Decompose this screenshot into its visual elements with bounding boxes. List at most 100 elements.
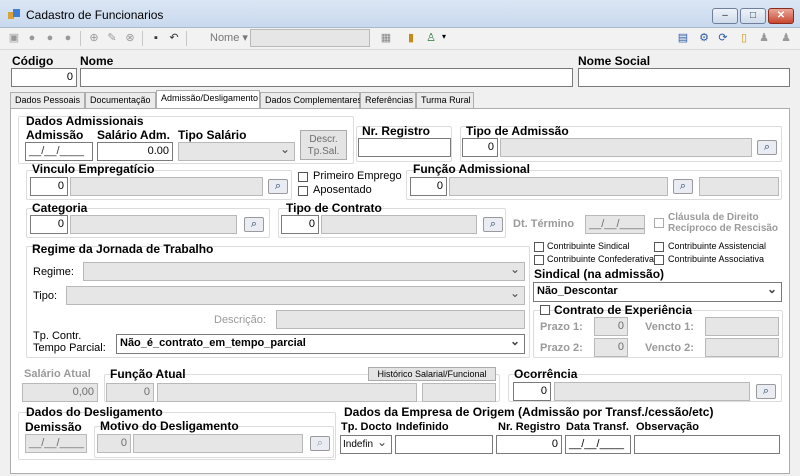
binoculars-icon[interactable]: ⌕ bbox=[244, 217, 264, 232]
prazo1-label: Prazo 1: bbox=[540, 321, 583, 333]
nr-registro-input[interactable] bbox=[358, 138, 451, 157]
close-button[interactable]: ✕ bbox=[768, 8, 794, 24]
vinculo-code[interactable]: 0 bbox=[30, 177, 68, 196]
data-transf-label: Data Transf. bbox=[566, 421, 629, 433]
title-bar: Cadastro de Funcionarios – □ ✕ bbox=[0, 0, 800, 28]
maximize-button[interactable]: □ bbox=[740, 8, 766, 24]
tipo-admissao-code[interactable]: 0 bbox=[462, 138, 498, 157]
save-icon[interactable]: ▪ bbox=[148, 30, 164, 46]
descr-tpsal-button[interactable]: Descr. Tp.Sal. bbox=[300, 130, 347, 160]
regime-select[interactable] bbox=[83, 262, 525, 281]
categoria-code[interactable]: 0 bbox=[30, 215, 68, 234]
person-icon[interactable]: ♟ bbox=[756, 30, 772, 46]
demissao-input[interactable]: __/__/____ bbox=[25, 434, 87, 453]
indefinido-input[interactable] bbox=[395, 435, 493, 454]
contrib-assistencial-checkbox[interactable] bbox=[654, 242, 664, 252]
contrib-assistencial-label: Contribuinte Assistencial bbox=[668, 241, 767, 251]
data-transf-input[interactable]: __/__/____ bbox=[565, 435, 631, 454]
contrib-sindical-checkbox[interactable] bbox=[534, 242, 544, 252]
grid-icon[interactable]: ▦ bbox=[378, 30, 394, 46]
regime-title: Regime da Jornada de Trabalho bbox=[32, 242, 214, 256]
cancel-icon[interactable]: ⊗ bbox=[122, 30, 138, 46]
observacao-input[interactable] bbox=[634, 435, 780, 454]
experiencia-checkbox[interactable] bbox=[540, 305, 550, 315]
binoculars-icon[interactable]: ⌕ bbox=[757, 140, 777, 155]
filter-dropdown-icon[interactable]: ▾ bbox=[442, 32, 446, 41]
add-icon[interactable]: ⊕ bbox=[86, 30, 102, 46]
ocorrencia-code[interactable]: 0 bbox=[513, 382, 551, 401]
binoculars-icon[interactable]: ⌕ bbox=[483, 217, 503, 232]
binoculars-icon[interactable]: ⌕ bbox=[756, 384, 776, 399]
tp-docto-label: Tp. Docto bbox=[341, 421, 392, 433]
prazo1-input[interactable]: 0 bbox=[594, 317, 628, 336]
vencto1-input[interactable] bbox=[705, 317, 779, 336]
funcao-atual-desc bbox=[157, 383, 417, 402]
person2-icon[interactable]: ♟ bbox=[778, 30, 794, 46]
tab-turma-rural[interactable]: Turma Rural bbox=[416, 92, 474, 108]
tipo-salario-select[interactable] bbox=[178, 142, 295, 161]
tp-contr-select[interactable]: Não_é_contrato_em_tempo_parcial bbox=[116, 334, 525, 354]
admissao-input[interactable]: __/__/____ bbox=[25, 142, 93, 161]
vencto2-label: Vencto 2: bbox=[645, 342, 694, 354]
contrib-confederativa-label: Contribuinte Confederativa bbox=[547, 254, 655, 264]
descricao-input[interactable] bbox=[276, 310, 525, 329]
contrib-associativa-label: Contribuinte Associativa bbox=[668, 254, 765, 264]
tp-docto-select[interactable]: Indefin bbox=[340, 435, 392, 454]
pencil-icon[interactable]: ✎ bbox=[104, 30, 120, 46]
categoria-desc bbox=[70, 215, 237, 234]
salario-adm-label: Salário Adm. bbox=[97, 128, 170, 142]
nome-social-input[interactable] bbox=[578, 68, 790, 87]
delete-icon[interactable]: ● bbox=[60, 30, 76, 46]
contrib-associativa-checkbox[interactable] bbox=[654, 255, 664, 265]
minimize-button[interactable]: – bbox=[712, 8, 738, 24]
book-icon[interactable]: ▮ bbox=[403, 30, 419, 46]
salario-atual-input: 0,00 bbox=[22, 383, 98, 402]
funcao-adm-label: Função Admissional bbox=[413, 162, 530, 176]
copy-icon[interactable]: ● bbox=[42, 30, 58, 46]
clausula-label: Cláusula de Direito Recíproco de Rescisã… bbox=[668, 212, 779, 234]
clausula-checkbox[interactable] bbox=[654, 218, 664, 228]
binoculars-icon[interactable]: ⌕ bbox=[310, 436, 330, 451]
dt-termino-input[interactable]: __/__/____ bbox=[585, 215, 645, 234]
vinculo-desc bbox=[70, 177, 263, 196]
marker-icon[interactable]: ▯ bbox=[736, 30, 752, 46]
historico-button[interactable]: Histórico Salarial/Funcional bbox=[368, 367, 496, 381]
binoculars-icon[interactable]: ⌕ bbox=[268, 179, 288, 194]
tab-documentacao[interactable]: Documentação bbox=[85, 92, 156, 108]
edit-icon[interactable]: ● bbox=[24, 30, 40, 46]
sindical-select[interactable]: Não_Descontar bbox=[533, 282, 782, 302]
tipo-select[interactable] bbox=[66, 286, 525, 305]
user-filter-icon[interactable]: ♙ bbox=[423, 30, 439, 46]
form-icon[interactable]: ▤ bbox=[675, 30, 691, 46]
tab-admissao-desligamento[interactable]: Admissão/Desligamento bbox=[156, 90, 260, 109]
codigo-input[interactable]: 0 bbox=[11, 68, 77, 87]
binoculars-icon[interactable]: ⌕ bbox=[673, 179, 693, 194]
nome-input[interactable] bbox=[80, 68, 573, 87]
tab-dados-complementares[interactable]: Dados Complementares bbox=[260, 92, 362, 108]
observacao-label: Observação bbox=[636, 421, 699, 433]
contrib-confederativa-checkbox[interactable] bbox=[534, 255, 544, 265]
new-icon[interactable]: ▣ bbox=[6, 30, 22, 46]
motivo-desc bbox=[133, 434, 303, 453]
tab-dados-pessoais[interactable]: Dados Pessoais bbox=[10, 92, 85, 108]
toolbar-separator bbox=[186, 31, 187, 46]
salario-adm-input[interactable]: 0.00 bbox=[97, 142, 173, 161]
motivo-code[interactable]: 0 bbox=[97, 434, 131, 453]
nome-search-input[interactable] bbox=[250, 29, 370, 47]
tab-referencias[interactable]: Referências bbox=[360, 92, 416, 108]
tools-icon[interactable]: ⚙ bbox=[696, 30, 712, 46]
ocorrencia-label: Ocorrência bbox=[514, 367, 578, 381]
tipo-contrato-code[interactable]: 0 bbox=[281, 215, 319, 234]
nome-social-label: Nome Social bbox=[578, 54, 651, 68]
toolbar-separator bbox=[80, 31, 81, 46]
origem-nr-registro-input[interactable]: 0 bbox=[496, 435, 562, 454]
funcao-atual-code: 0 bbox=[106, 383, 154, 402]
vencto2-input[interactable] bbox=[705, 338, 779, 357]
refresh-icon[interactable]: ⟳ bbox=[715, 30, 731, 46]
nome-label: Nome bbox=[80, 54, 114, 68]
prazo2-input[interactable]: 0 bbox=[594, 338, 628, 357]
aposentado-checkbox[interactable] bbox=[298, 186, 308, 196]
primeiro-emprego-checkbox[interactable] bbox=[298, 172, 308, 182]
funcao-adm-code[interactable]: 0 bbox=[410, 177, 447, 196]
undo-icon[interactable]: ↶ bbox=[166, 30, 182, 46]
